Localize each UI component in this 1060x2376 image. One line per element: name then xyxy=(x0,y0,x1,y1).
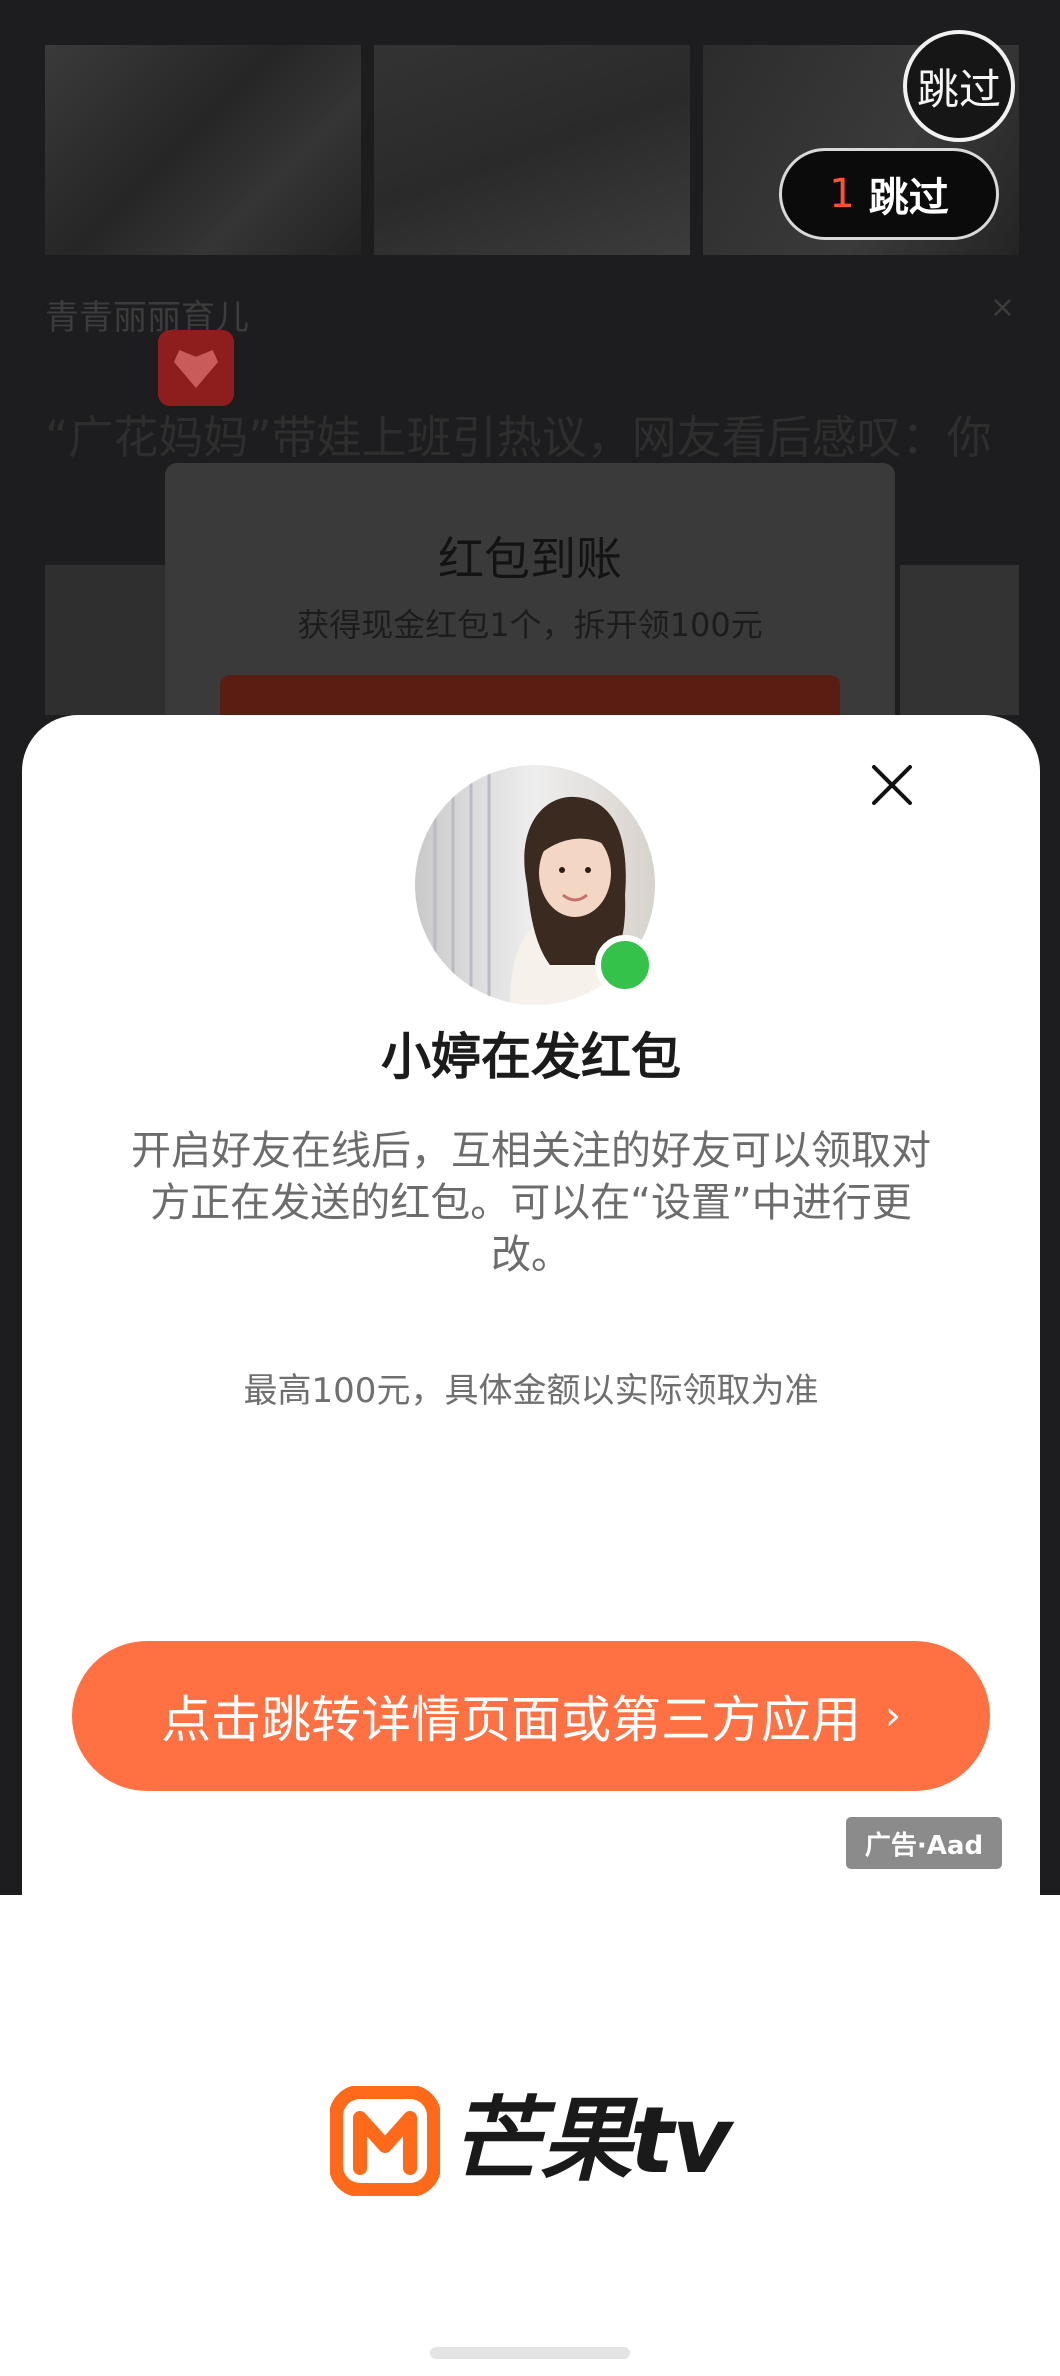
skip-circle-button[interactable]: 跳过 xyxy=(903,30,1015,142)
avatar-wrap xyxy=(415,765,655,1005)
sheet-note: 最高100元，具体金额以实际领取为准 xyxy=(243,1371,819,1411)
chevron-right-icon: › xyxy=(885,1693,901,1739)
feed-close-icon: × xyxy=(989,290,1015,325)
home-indicator xyxy=(430,2347,630,2359)
brand-logo: 芒果tv xyxy=(330,2085,732,2197)
brand-name: 芒果tv xyxy=(450,2087,732,2194)
cta-label: 点击跳转详情页面或第三方应用 xyxy=(161,1691,861,1749)
skip-pill-label: 跳过 xyxy=(868,175,949,221)
red-envelope-subtitle: 获得现金红包1个，拆开领100元 xyxy=(297,606,763,644)
splash-footer: 芒果tv xyxy=(0,1895,1060,2376)
online-status-dot xyxy=(595,935,655,995)
skip-countdown-button[interactable]: 1 跳过 xyxy=(779,148,999,240)
feed-headline: “广花妈妈”带娃上班引热议，网友看后感叹：你 xyxy=(45,411,992,464)
red-envelope-title: 红包到账 xyxy=(438,532,622,586)
close-button[interactable] xyxy=(852,745,932,825)
mango-tv-logo-icon xyxy=(330,2086,440,2196)
feed-thumbnail xyxy=(900,565,1019,715)
pinduoduo-logo-icon xyxy=(158,330,234,406)
ad-sheet: 小婷在发红包 开启好友在线后，互相关注的好友可以领取对方正在发送的红包。可以在“… xyxy=(22,715,1040,1895)
sheet-title: 小婷在发红包 xyxy=(381,1028,681,1086)
skip-circle-label: 跳过 xyxy=(916,64,1001,114)
feed-thumbnail xyxy=(374,45,690,255)
sheet-description: 开启好友在线后，互相关注的好友可以领取对方正在发送的红包。可以在“设置”中进行更… xyxy=(131,1128,931,1278)
feed-thumbnail xyxy=(45,45,361,255)
ad-badge: 广告·Aad xyxy=(846,1817,1002,1869)
cta-button[interactable]: 点击跳转详情页面或第三方应用 › xyxy=(72,1641,990,1791)
feed-thumbnail xyxy=(45,565,165,715)
skip-countdown: 1 xyxy=(829,171,855,217)
close-icon xyxy=(872,765,912,805)
